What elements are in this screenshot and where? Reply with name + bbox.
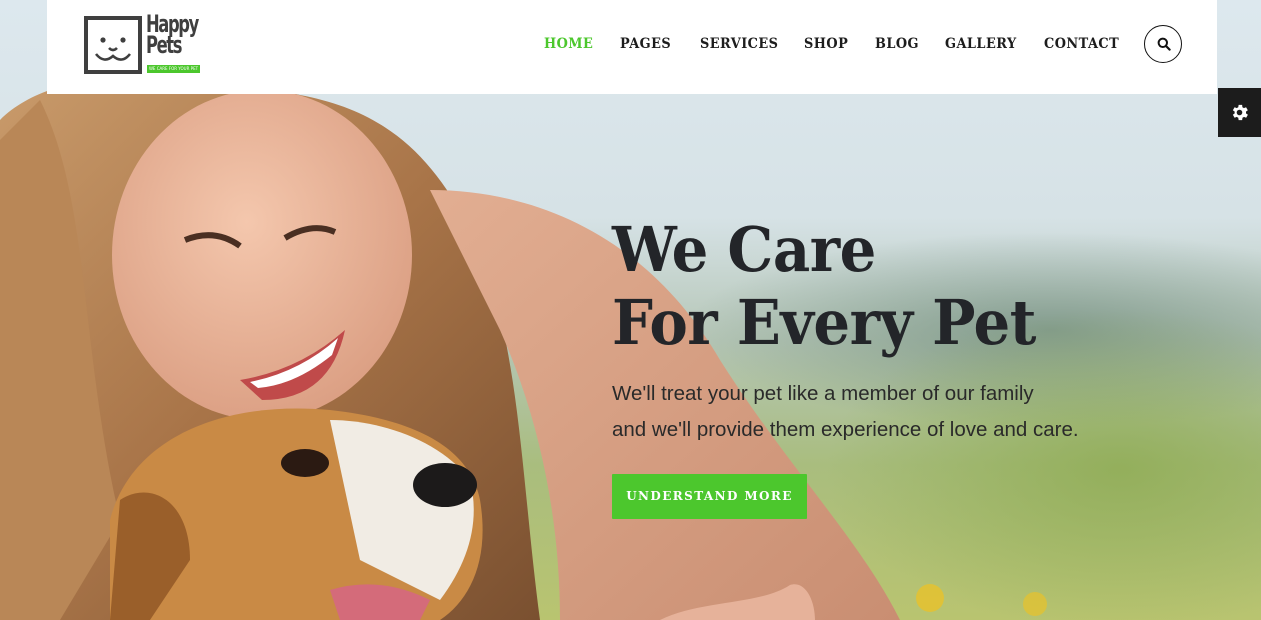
nav-pages[interactable]: PAGES bbox=[620, 35, 671, 53]
hero-title-line-1: We Care bbox=[612, 213, 876, 286]
hero-subtitle: We'll treat your pet like a member of ou… bbox=[612, 376, 1132, 448]
hero-subtitle-line-2: and we'll provide them experience of lov… bbox=[612, 418, 1079, 441]
nav-services[interactable]: SERVICES bbox=[700, 35, 778, 53]
logo-wordmark: Happy Pets bbox=[146, 12, 202, 59]
nav-gallery[interactable]: GALLERY bbox=[945, 35, 1017, 53]
search-button[interactable] bbox=[1144, 25, 1182, 63]
dog-face-logo-icon bbox=[84, 16, 142, 74]
site-header: Happy Pets WE CARE FOR YOUR PET HOME PAG… bbox=[47, 0, 1217, 94]
nav-blog[interactable]: BLOG bbox=[875, 35, 919, 53]
hero-title: We Care For Every Pet bbox=[612, 213, 1170, 359]
nav-contact[interactable]: CONTACT bbox=[1044, 35, 1119, 53]
understand-more-button[interactable]: UNDERSTAND MORE bbox=[612, 474, 807, 519]
gear-icon bbox=[1232, 104, 1248, 121]
settings-toggle-button[interactable] bbox=[1218, 88, 1261, 137]
search-icon bbox=[1157, 37, 1171, 51]
logo-tagline: WE CARE FOR YOUR PET bbox=[147, 65, 200, 73]
hero-subtitle-line-1: We'll treat your pet like a member of ou… bbox=[612, 382, 1034, 405]
logo-line-2: Pets bbox=[146, 31, 182, 59]
nav-home[interactable]: HOME bbox=[544, 35, 593, 53]
nav-shop[interactable]: SHOP bbox=[804, 35, 848, 53]
site-logo[interactable]: Happy Pets WE CARE FOR YOUR PET bbox=[84, 12, 202, 74]
hero-title-line-2: For Every Pet bbox=[612, 286, 1036, 359]
